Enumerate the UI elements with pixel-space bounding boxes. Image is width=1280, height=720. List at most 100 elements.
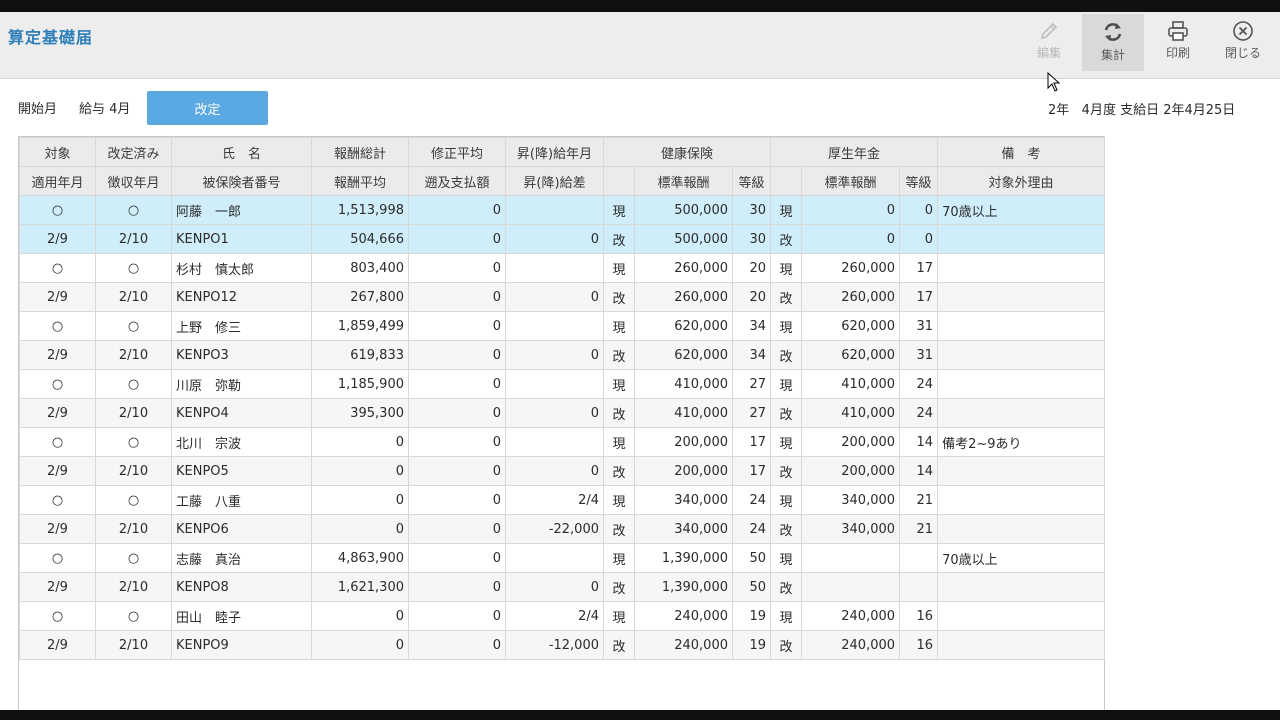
cell-h-grade[interactable]: 24 (731, 514, 772, 544)
cell-p-grade[interactable]: 21 (899, 514, 939, 544)
cell-raise-ym[interactable]: 2/4 (505, 601, 604, 631)
cell-total[interactable]: 1,185,900 (311, 369, 409, 399)
cell-p-mark[interactable]: 改 (770, 224, 803, 254)
cell-name[interactable]: 工藤 八重 (171, 485, 312, 515)
cell-h-mark[interactable]: 現 (603, 311, 635, 341)
cell-h-std[interactable]: 1,390,000 (634, 543, 733, 573)
cell-reason[interactable] (937, 572, 1106, 602)
cell-name[interactable]: 志藤 真治 (171, 543, 312, 573)
cell-name[interactable]: 北川 宗波 (171, 427, 312, 457)
cell-p-mark[interactable]: 改 (770, 514, 803, 544)
cell-collect-ym[interactable]: 2/10 (95, 456, 172, 486)
cell-avg[interactable]: 1,621,300 (311, 572, 409, 602)
cell-raise-diff[interactable]: 0 (505, 224, 604, 254)
cell-p-mark[interactable]: 現 (770, 195, 803, 225)
cell-avg[interactable]: 0 (311, 514, 409, 544)
cell-apply-ym[interactable]: 2/9 (19, 456, 96, 486)
cell-total[interactable]: 1,859,499 (311, 311, 409, 341)
cell-p-std[interactable]: 620,000 (801, 311, 901, 341)
table-row[interactable]: ○ ○ 田山 睦子 0 0 2/4 現 240,000 19 現 240,000 16 (19, 601, 1106, 631)
cell-collect-ym[interactable]: 2/10 (95, 572, 172, 602)
cell-p-mark[interactable]: 現 (770, 543, 803, 573)
print-button[interactable]: 印刷 (1147, 14, 1209, 70)
cell-p-grade[interactable]: 24 (899, 369, 939, 399)
cell-h-grade[interactable]: 30 (731, 195, 772, 225)
cell-h-grade[interactable]: 20 (731, 253, 772, 283)
cell-h-std[interactable]: 200,000 (634, 427, 733, 457)
cell-revised[interactable]: ○ (95, 601, 172, 631)
table-row[interactable]: 2/9 2/10 KENPO5 0 0 0 改 200,000 17 改 200,000 14 (19, 456, 1106, 486)
cell-target[interactable]: ○ (19, 253, 96, 283)
cell-apply-ym[interactable]: 2/9 (19, 514, 96, 544)
cell-target[interactable]: ○ (19, 427, 96, 457)
cell-ins-no[interactable]: KENPO6 (171, 514, 312, 544)
cell-h-mark[interactable]: 現 (603, 195, 635, 225)
cell-h-mark[interactable]: 現 (603, 253, 635, 283)
cell-h-mark[interactable]: 現 (603, 485, 635, 515)
cell-p-mark[interactable]: 現 (770, 311, 803, 341)
cell-ins-no[interactable]: KENPO12 (171, 282, 312, 312)
cell-h-grade[interactable]: 34 (731, 311, 772, 341)
cell-p-mark[interactable]: 改 (770, 282, 803, 312)
cell-adj-avg[interactable]: 0 (408, 427, 506, 457)
cell-revised[interactable]: ○ (95, 195, 172, 225)
cell-reason[interactable] (937, 282, 1106, 312)
cell-p-std[interactable]: 410,000 (801, 369, 901, 399)
table-row[interactable]: 2/9 2/10 KENPO6 0 0 -22,000 改 340,000 24 改 340,000… (19, 514, 1106, 544)
cell-name[interactable]: 田山 睦子 (171, 601, 312, 631)
cell-raise-diff[interactable]: 0 (505, 572, 604, 602)
cell-collect-ym[interactable]: 2/10 (95, 224, 172, 254)
cell-avg[interactable]: 395,300 (311, 398, 409, 428)
cell-target[interactable]: ○ (19, 485, 96, 515)
cell-raise-diff[interactable]: 0 (505, 340, 604, 370)
cell-p-grade[interactable]: 21 (899, 485, 939, 515)
col-header[interactable]: 修正平均 (408, 137, 506, 167)
col-header[interactable]: 対象 (19, 137, 96, 167)
cell-h-mark[interactable]: 改 (603, 630, 635, 660)
cell-revised[interactable]: ○ (95, 427, 172, 457)
table-row[interactable]: ○ ○ 杉村 慎太郎 803,400 0 現 260,000 20 現 260,000 17 (19, 253, 1106, 283)
cell-h-mark[interactable]: 現 (603, 369, 635, 399)
cell-ins-no[interactable]: KENPO3 (171, 340, 312, 370)
col-header[interactable]: 徴収年月 (95, 166, 172, 196)
cell-h-std[interactable]: 340,000 (634, 514, 733, 544)
col-header[interactable]: 標準報酬 (801, 166, 901, 196)
cell-h-std[interactable]: 500,000 (634, 195, 733, 225)
cell-p-std[interactable]: 200,000 (801, 427, 901, 457)
table-row[interactable]: 2/9 2/10 KENPO4 395,300 0 0 改 410,000 27 改 410,000… (19, 398, 1106, 428)
cell-h-grade[interactable]: 27 (731, 398, 772, 428)
cell-reason[interactable] (937, 224, 1106, 254)
cell-h-std[interactable]: 410,000 (634, 398, 733, 428)
cell-raise-diff[interactable]: 0 (505, 456, 604, 486)
cell-p-std[interactable]: 0 (801, 224, 901, 254)
cell-avg[interactable]: 0 (311, 456, 409, 486)
cell-p-std[interactable] (801, 572, 901, 602)
cell-revised[interactable]: ○ (95, 369, 172, 399)
cell-p-grade[interactable]: 16 (899, 601, 939, 631)
cell-h-grade[interactable]: 19 (731, 630, 772, 660)
cell-avg[interactable]: 267,800 (311, 282, 409, 312)
cell-apply-ym[interactable]: 2/9 (19, 340, 96, 370)
cell-p-mark[interactable]: 現 (770, 485, 803, 515)
cell-reason[interactable] (937, 514, 1106, 544)
col-header[interactable]: 昇(降)給差 (505, 166, 604, 196)
cell-p-grade[interactable]: 14 (899, 427, 939, 457)
table-row[interactable]: 2/9 2/10 KENPO12 267,800 0 0 改 260,000 20 改 260,00… (19, 282, 1106, 312)
table-row[interactable]: 2/9 2/10 KENPO1 504,666 0 0 改 500,000 30 改 0 0 (19, 224, 1106, 254)
cell-avg[interactable]: 619,833 (311, 340, 409, 370)
cell-ins-no[interactable]: KENPO9 (171, 630, 312, 660)
cell-p-std[interactable]: 240,000 (801, 601, 901, 631)
cell-revised[interactable]: ○ (95, 253, 172, 283)
table-row[interactable]: 2/9 2/10 KENPO3 619,833 0 0 改 620,000 34 改 620,000… (19, 340, 1106, 370)
table-row[interactable]: ○ ○ 工藤 八重 0 0 2/4 現 340,000 24 現 340,000 21 (19, 485, 1106, 515)
cell-collect-ym[interactable]: 2/10 (95, 630, 172, 660)
cell-name[interactable]: 杉村 慎太郎 (171, 253, 312, 283)
cell-raise-diff[interactable]: 0 (505, 282, 604, 312)
cell-reason[interactable] (937, 456, 1106, 486)
cell-h-mark[interactable]: 改 (603, 456, 635, 486)
cell-ins-no[interactable]: KENPO4 (171, 398, 312, 428)
cell-collect-ym[interactable]: 2/10 (95, 282, 172, 312)
cell-apply-ym[interactable]: 2/9 (19, 572, 96, 602)
cell-reason[interactable] (937, 630, 1106, 660)
cell-h-std[interactable]: 200,000 (634, 456, 733, 486)
